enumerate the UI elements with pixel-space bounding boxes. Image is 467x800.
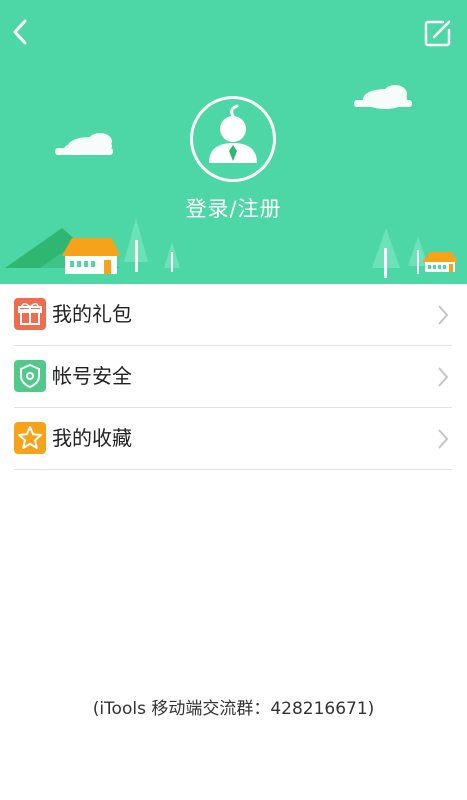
back-button[interactable] bbox=[8, 16, 34, 48]
house-right bbox=[422, 252, 458, 272]
menu-item-label: 帐号安全 bbox=[52, 364, 132, 388]
tree-right-1 bbox=[372, 228, 400, 278]
menu-item-gifts[interactable]: 我的礼包 bbox=[14, 284, 452, 346]
star-icon bbox=[14, 422, 46, 454]
menu-list: 我的礼包 帐号安全 我的收藏 bbox=[0, 284, 467, 470]
chevron-left-icon bbox=[13, 19, 27, 45]
cloud-left bbox=[55, 133, 113, 155]
edit-button[interactable] bbox=[423, 18, 453, 48]
edit-note-icon bbox=[424, 20, 451, 47]
menu-item-favorites[interactable]: 我的收藏 bbox=[14, 408, 452, 470]
menu-item-account-security[interactable]: 帐号安全 bbox=[14, 346, 452, 408]
chevron-right-icon bbox=[438, 305, 449, 325]
cloud-right bbox=[354, 85, 412, 109]
profile-header: 登录/注册 bbox=[0, 0, 467, 284]
chevron-right-icon bbox=[438, 429, 449, 449]
tree-left-2 bbox=[164, 242, 180, 272]
community-group-text: (iTools 移动端交流群：428216671) bbox=[92, 699, 375, 719]
house-left bbox=[62, 238, 120, 274]
tree-left-1 bbox=[124, 218, 148, 272]
chevron-right-icon bbox=[438, 367, 449, 387]
shield-icon bbox=[14, 360, 46, 392]
menu-item-label: 我的礼包 bbox=[52, 302, 132, 326]
menu-item-label: 我的收藏 bbox=[52, 426, 132, 450]
user-avatar-icon bbox=[209, 104, 257, 163]
avatar[interactable] bbox=[190, 96, 276, 182]
login-register-link[interactable]: 登录/注册 bbox=[0, 193, 467, 223]
gift-icon bbox=[14, 298, 46, 330]
